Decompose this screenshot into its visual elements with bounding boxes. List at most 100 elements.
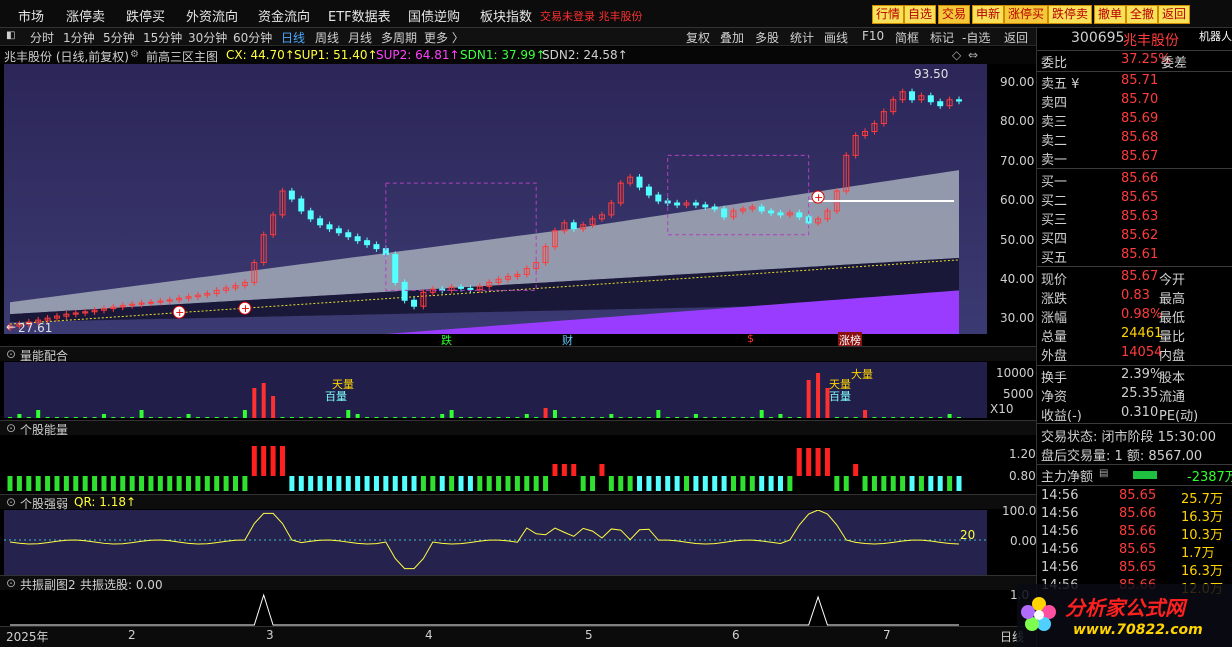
candle-body[interactable] [288,190,295,200]
tick-row[interactable]: 14:56 85.65 16.3万 [1041,560,1231,579]
volume-bar[interactable] [45,417,50,418]
energy-bar[interactable] [439,476,445,491]
energy-bar[interactable] [326,476,332,491]
candle-body[interactable] [956,99,962,102]
candle-body[interactable] [307,210,314,220]
volume-bar[interactable] [280,417,285,418]
volume-bar[interactable] [562,417,567,418]
tick-row[interactable]: 14:56 85.65 1.7万 [1041,542,1231,561]
energy-bar[interactable] [524,476,530,491]
collapse-icon[interactable]: ⊙ [6,347,16,361]
energy-bar[interactable] [73,476,79,491]
volume-bar[interactable] [308,417,313,418]
energy-bar[interactable] [167,476,173,491]
volume-bar[interactable] [327,417,332,418]
volume-bar[interactable] [101,414,106,418]
volume-bar[interactable] [487,417,492,418]
energy-bar[interactable] [7,476,13,491]
overlay-button[interactable]: 叠加 [720,29,744,46]
energy-bar[interactable] [110,476,116,491]
volume-bar[interactable] [318,417,323,418]
energy-bar[interactable] [514,476,520,491]
energy-bar[interactable] [336,476,342,491]
volume-bar[interactable] [459,417,464,418]
candle-body[interactable] [335,228,342,234]
volume-bar[interactable] [130,417,135,418]
multi-stock-button[interactable]: 多股 [755,29,779,46]
formula-name[interactable]: 前高三区主图 [146,48,218,65]
volume-bar[interactable] [440,414,445,418]
menu-market[interactable]: 市场 [18,6,44,25]
volume-bar[interactable] [571,417,576,418]
volume-bar[interactable] [938,417,943,418]
candle-body[interactable] [645,186,652,196]
volume-bar[interactable] [336,417,341,418]
quote-row[interactable]: 涨幅 0.98% 最低 [1041,307,1231,326]
energy-bar[interactable] [242,476,248,491]
bid-row[interactable]: 买二 85.65 [1041,190,1231,209]
candle-body[interactable] [392,254,399,283]
volume-bar[interactable] [609,414,614,418]
list-icon[interactable]: ▤ [1099,468,1108,479]
energy-bar[interactable] [937,476,943,491]
volume-bar[interactable] [64,417,69,418]
panel-toggle-icon[interactable]: ◧ [6,30,15,41]
volume-bar[interactable] [412,417,417,418]
volume-bar[interactable] [806,380,811,418]
volume-bar[interactable] [36,410,41,418]
volume-bar[interactable] [73,417,78,418]
volume-bar[interactable] [83,417,88,418]
candle-body[interactable] [777,212,784,216]
candle-body[interactable] [570,222,577,230]
energy-bar[interactable] [674,476,680,491]
candle-body[interactable] [721,208,728,218]
volume-bar[interactable] [881,417,886,418]
energy-bar[interactable] [730,476,736,491]
volume-bar[interactable] [355,414,360,418]
volume-bar[interactable] [590,417,595,418]
remove-favorite-button[interactable]: -自选 [962,29,990,46]
energy-bar[interactable] [54,476,60,491]
energy-bar[interactable] [223,476,229,491]
return-button[interactable]: 返回 [1004,29,1028,46]
energy-bar[interactable] [702,476,708,491]
volume-bar[interactable] [900,417,905,418]
energy-bar[interactable] [909,476,915,491]
energy-bar[interactable] [120,476,126,491]
expand-icon[interactable]: ⇔ [968,48,978,62]
menu-etf-table[interactable]: ETF数据表 [328,6,391,25]
volume-bar[interactable] [919,417,924,418]
candle-body[interactable] [796,212,803,218]
energy-bar[interactable] [928,476,934,491]
energy-bar[interactable] [186,476,192,491]
diamond-icon[interactable]: ◇ [952,48,961,62]
volume-bar[interactable] [910,417,915,418]
volume-bar[interactable] [374,417,379,418]
volume-bar[interactable] [957,417,961,418]
resonance-panel[interactable] [4,591,987,626]
energy-bar[interactable] [740,476,746,491]
energy-bar[interactable] [505,476,511,491]
candle-body[interactable] [467,287,474,291]
volume-bar[interactable] [383,417,388,418]
energy-bar[interactable] [665,476,671,491]
period-tab[interactable]: 30分钟 [188,29,227,46]
bid-row[interactable]: 买五 85.61 [1041,247,1231,266]
period-tab[interactable]: 1分钟 [63,29,95,46]
ask-row[interactable]: 卖一 85.67 [1041,149,1231,168]
energy-bar[interactable] [768,476,774,491]
volume-bar[interactable] [8,417,12,418]
quote-row[interactable]: 涨跌 0.83 最高 [1041,288,1231,307]
menu-foreign-flow[interactable]: 外资流向 [186,6,238,25]
volume-bar[interactable] [195,417,200,418]
energy-bar[interactable] [176,476,182,491]
energy-bar[interactable] [684,476,690,491]
period-tab[interactable]: 60分钟 [233,29,272,46]
robot-label[interactable]: 机器人 [1199,28,1232,44]
quote-row[interactable]: 外盘 14054 内盘 [1041,345,1231,364]
energy-bar[interactable] [467,476,473,491]
main-flow-row[interactable]: 主力净额 ▤ -2387万 [1041,466,1232,485]
ask-row[interactable]: 卖四 85.70 [1041,92,1231,111]
energy-bar[interactable] [458,476,464,491]
energy-bar[interactable] [608,476,614,491]
